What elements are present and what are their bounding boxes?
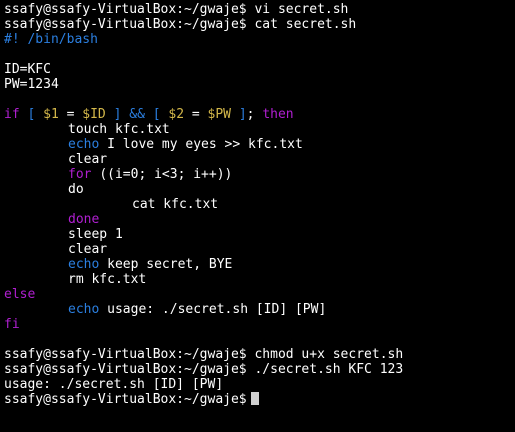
script-for: for ((i=0; i<3; i++)) (4, 167, 515, 182)
text-cursor[interactable] (250, 392, 259, 405)
script-if-line: if [ $1 = $ID ] && [ $2 = $PW ]; then (4, 107, 515, 122)
bracket-open: [ (27, 107, 36, 122)
sleep-cmd: sleep 1 (68, 227, 123, 242)
id-var: $ID (82, 107, 106, 122)
output-text: usage: ./secret.sh [ID] [PW] (4, 377, 224, 392)
for-condition: ((i=0; i<3; i++)) (99, 167, 233, 182)
else-keyword: else (4, 287, 36, 302)
for-keyword: for (68, 167, 92, 182)
script-clear1: clear (4, 152, 515, 167)
done-keyword: done (68, 212, 100, 227)
echo-text: usage: ./secret.sh [ID] [PW] (107, 302, 327, 317)
arg2-var: $2 (168, 107, 185, 122)
prompt: ssafy@ssafy-VirtualBox:~/gwaje$ (4, 362, 247, 377)
script-sleep: sleep 1 (4, 227, 515, 242)
terminal-output: usage: ./secret.sh [ID] [PW] (4, 377, 515, 392)
equals-op: = (66, 107, 75, 122)
echo-keyword: echo (68, 302, 100, 317)
do-keyword: do (68, 182, 84, 197)
script-touch: touch kfc.txt (4, 122, 515, 137)
script-clear2: clear (4, 242, 515, 257)
then-keyword: then (262, 107, 294, 122)
script-echo3: echo usage: ./secret.sh [ID] [PW] (4, 302, 515, 317)
script-done: done (4, 212, 515, 227)
arg1-var: $1 (43, 107, 59, 122)
script-pw-assign: PW=1234 (4, 77, 515, 92)
touch-cmd: touch kfc.txt (68, 122, 170, 137)
script-id-assign: ID=KFC (4, 62, 515, 77)
echo-text: keep secret, BYE (107, 257, 233, 272)
command-text: cat secret.sh (254, 17, 357, 32)
terminal-window[interactable]: ssafy@ssafy-VirtualBox:~/gwaje$ vi secre… (0, 0, 515, 432)
command-text: chmod u+x secret.sh (254, 347, 404, 362)
echo-text: I love my eyes >> kfc.txt (107, 137, 303, 152)
terminal-line-cmd4: ssafy@ssafy-VirtualBox:~/gwaje$ ./secret… (4, 362, 515, 377)
pw-var: $PW (207, 107, 232, 122)
shebang-comment: #! /bin/bash (4, 32, 98, 47)
bracket-close: ] (113, 107, 122, 122)
script-echo1: echo I love my eyes >> kfc.txt (4, 137, 515, 152)
script-else: else (4, 287, 515, 302)
script-echo2: echo keep secret, BYE (4, 257, 515, 272)
semicolon: ; (246, 107, 255, 122)
rm-cmd: rm kfc.txt (68, 272, 147, 287)
command-text: ./secret.sh KFC 123 (254, 362, 404, 377)
terminal-line-cmd1: ssafy@ssafy-VirtualBox:~/gwaje$ vi secre… (4, 2, 515, 17)
assign-text: ID=KFC (4, 62, 51, 77)
terminal-line-cmd2: ssafy@ssafy-VirtualBox:~/gwaje$ cat secr… (4, 17, 515, 32)
if-keyword: if (4, 107, 20, 122)
script-rm: rm kfc.txt (4, 272, 515, 287)
assign-text: PW=1234 (4, 77, 59, 92)
equals-op: = (191, 107, 200, 122)
prompt: ssafy@ssafy-VirtualBox:~/gwaje$ (4, 17, 247, 32)
prompt: ssafy@ssafy-VirtualBox:~/gwaje$ (4, 2, 247, 17)
command-text: vi secret.sh (254, 2, 349, 17)
script-cat: cat kfc.txt (4, 197, 515, 212)
terminal-line-cmd3: ssafy@ssafy-VirtualBox:~/gwaje$ chmod u+… (4, 347, 515, 362)
script-do: do (4, 182, 515, 197)
bracket-open: [ (152, 107, 161, 122)
bracket-close: ] (238, 107, 247, 122)
terminal-line-current[interactable]: ssafy@ssafy-VirtualBox:~/gwaje$ (4, 392, 515, 407)
echo-keyword: echo (68, 257, 100, 272)
prompt: ssafy@ssafy-VirtualBox:~/gwaje$ (4, 392, 247, 407)
prompt: ssafy@ssafy-VirtualBox:~/gwaje$ (4, 347, 247, 362)
echo-keyword: echo (68, 137, 100, 152)
fi-keyword: fi (4, 317, 20, 332)
and-op: && (129, 107, 145, 122)
cat-cmd: cat kfc.txt (132, 197, 219, 212)
clear-cmd: clear (68, 242, 108, 257)
script-shebang: #! /bin/bash (4, 32, 515, 47)
script-fi: fi (4, 317, 515, 332)
clear-cmd: clear (68, 152, 108, 167)
